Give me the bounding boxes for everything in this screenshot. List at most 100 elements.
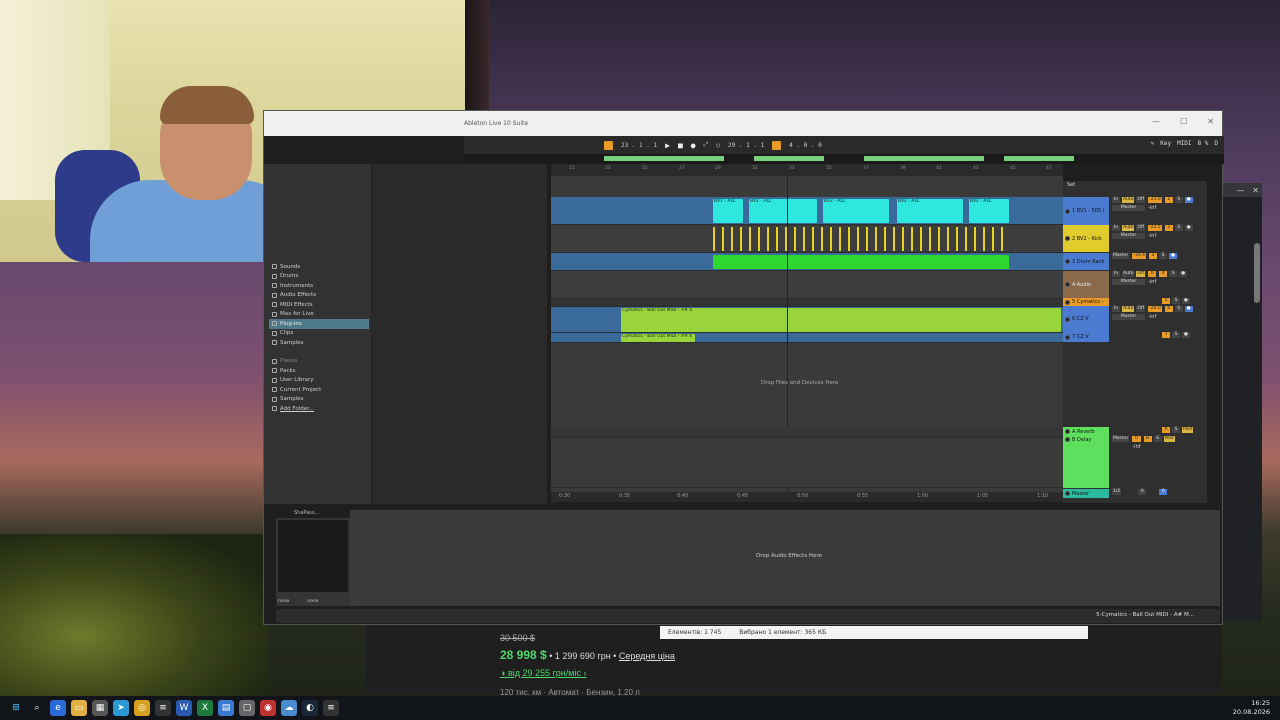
volume-value[interactable]: -22.5 [1148, 225, 1162, 231]
return-activator-button[interactable]: B [1143, 436, 1152, 442]
track-activator-button[interactable]: 6 [1164, 306, 1173, 312]
return-lane-b[interactable] [551, 438, 1063, 488]
arm-button[interactable]: ● [1184, 225, 1193, 231]
track-activator-icon[interactable] [1065, 282, 1070, 287]
device-option-1[interactable]: none [278, 599, 289, 604]
solo-button[interactable]: S [1172, 332, 1180, 338]
monitor-in[interactable]: In [1112, 225, 1120, 231]
device-display[interactable] [278, 520, 348, 592]
browser-item-plug-ins[interactable]: Plug-ins [269, 319, 369, 329]
telegram-icon[interactable]: ➤ [113, 700, 129, 716]
mixer-track-3[interactable]: 3 Drum Rack Master -19.4 3 S ● [1063, 253, 1207, 270]
track-lane-7[interactable]: Cymatics - Ball Out MIDI - A# 6 [551, 333, 1063, 343]
maximize-icon[interactable]: ☐ [1180, 117, 1187, 126]
volume-value[interactable]: -21.0 [1148, 197, 1162, 203]
automation-arm-icon[interactable]: ⤢ [704, 141, 709, 149]
browser-item-packs[interactable]: Packs [269, 366, 369, 376]
clip-bv2[interactable]: BV2 - ALL [897, 199, 963, 223]
monitor-off[interactable]: Off [1136, 306, 1146, 312]
browser-item-instruments[interactable]: Instruments [269, 281, 369, 291]
track-lane-5[interactable] [551, 299, 1063, 307]
arm-button[interactable]: ● [1179, 271, 1188, 277]
store-icon[interactable]: ▦ [92, 700, 108, 716]
output-routing[interactable]: Master [1112, 205, 1146, 211]
track-lane-2[interactable] [551, 225, 1063, 253]
system-clock[interactable]: 16:25 20.08.2026 [1233, 699, 1270, 717]
recorder-icon[interactable]: ◉ [260, 700, 276, 716]
mixer-return-a[interactable]: A Reverb A S Post [1063, 427, 1207, 436]
mixer-track-4[interactable]: 4 Audio In Auto Off Master 0 -inf 4 S ● [1063, 271, 1207, 298]
scrollbar[interactable] [1254, 243, 1260, 303]
track-name[interactable]: 1 BV1 - 505 ( [1072, 208, 1105, 214]
clip-cymatics[interactable]: Cymatics - Ball Out MIDI - A# 6 [621, 308, 1061, 332]
metronome-icon[interactable]: ○ [716, 142, 720, 149]
track-activator-icon[interactable] [1065, 437, 1070, 442]
word-icon[interactable]: W [176, 700, 192, 716]
browser-item-places-samples[interactable]: Samples [269, 395, 369, 405]
return-activator-button[interactable]: A [1162, 427, 1170, 433]
track-name[interactable]: 2 BV2 - Kick [1072, 236, 1102, 242]
output-routing[interactable]: Master [1112, 253, 1130, 259]
track-activator-button[interactable]: 2 [1164, 225, 1173, 231]
master-name[interactable]: Master [1072, 491, 1089, 497]
installment-link[interactable]: ◑ від 29 255 грн/міс › [500, 668, 586, 678]
output-routing[interactable]: Master [1112, 436, 1130, 442]
edge-icon[interactable]: e [50, 700, 66, 716]
browser-item-current-project[interactable]: Current Project [269, 385, 369, 395]
monitor-auto[interactable]: Auto [1122, 271, 1135, 277]
ableton-icon[interactable]: ≡ [155, 700, 171, 716]
arm-button[interactable]: ● [1182, 332, 1190, 338]
loop-button[interactable] [772, 140, 782, 150]
clip-kick-hits[interactable] [713, 227, 1009, 251]
start-icon[interactable]: ⊞ [8, 700, 24, 716]
close-icon[interactable]: ✕ [1252, 186, 1259, 195]
return-name[interactable]: A Reverb [1072, 429, 1095, 435]
browser-item-audio-effects[interactable]: Audio Effects [269, 291, 369, 301]
arrangement-overview[interactable] [464, 154, 1224, 164]
midi-map-button[interactable]: MIDI [1177, 140, 1191, 147]
solo-button[interactable]: S [1174, 306, 1183, 312]
file-explorer-icon[interactable]: ▭ [71, 700, 87, 716]
browser-item-drums[interactable]: Drums [269, 272, 369, 282]
track-activator-icon[interactable] [1065, 208, 1070, 214]
device-panel[interactable]: ShaPass... none none [276, 510, 350, 606]
solo-button[interactable]: S [1169, 271, 1178, 277]
track-activator-icon[interactable] [1065, 299, 1070, 305]
key-map-button[interactable]: Key [1160, 140, 1171, 147]
monitor-in[interactable]: In [1112, 197, 1120, 203]
device-chain[interactable]: Drop Audio Effects Here [356, 510, 1220, 606]
arrangement-view[interactable]: 21 23 25 27 29 31 33 35 37 39 41 43 45 4… [551, 164, 1063, 502]
arm-button[interactable]: ● [1184, 197, 1193, 203]
clip-cymatics-2[interactable]: Cymatics - Ball Out MIDI - A# 6 [621, 334, 695, 342]
solo-button[interactable]: S [1174, 225, 1183, 231]
play-icon[interactable]: ▶ [665, 141, 670, 150]
track-lane-4[interactable] [551, 271, 1063, 299]
browser-item-user-library[interactable]: User Library [269, 376, 369, 386]
output-routing[interactable]: Master [1112, 314, 1146, 320]
track-activator-icon[interactable] [1065, 491, 1070, 496]
chrome-icon[interactable]: ◎ [134, 700, 150, 716]
pencil-icon[interactable]: ✎ [1151, 140, 1155, 147]
post-button[interactable]: Post [1182, 427, 1194, 433]
monitor-off[interactable]: Off [1136, 225, 1146, 231]
track-lane-3[interactable] [551, 253, 1063, 271]
excel-icon[interactable]: X [197, 700, 213, 716]
steam-icon[interactable]: ◐ [302, 700, 318, 716]
beat-ruler[interactable]: 21 23 25 27 29 31 33 35 37 39 41 43 45 4… [551, 164, 1063, 176]
browser-content-pane[interactable] [371, 164, 547, 504]
live-icon[interactable]: ≡ [323, 700, 339, 716]
device-title[interactable]: ShaPass... [276, 510, 350, 518]
search-icon[interactable]: ⌕ [29, 700, 45, 716]
track-lane-6[interactable]: Cymatics - Ball Out MIDI - A# 6 [551, 307, 1063, 333]
post-button[interactable]: Post [1163, 436, 1175, 442]
solo-button[interactable]: S [1159, 253, 1168, 259]
solo-button[interactable]: S [1172, 298, 1180, 304]
volume-value[interactable]: 0 [1132, 436, 1141, 442]
track-lane-1[interactable]: BV1 - ALL BV2 - ALL BV2 - ALL BV2 - ALL … [551, 197, 1063, 225]
browser-item-midi-effects[interactable]: MIDI Effects [269, 300, 369, 310]
mixer-track-2[interactable]: 2 BV2 - Kick In Auto Off Master -22.5 -inf … [1063, 225, 1207, 252]
track-activator-button[interactable]: 7 [1162, 332, 1170, 338]
track-name[interactable]: 4 Audio [1072, 282, 1091, 288]
mixer-track-1[interactable]: 1 BV1 - 505 ( In Auto Off Master -21.0 -inf… [1063, 197, 1207, 225]
monitor-auto[interactable]: Auto [1122, 225, 1135, 231]
